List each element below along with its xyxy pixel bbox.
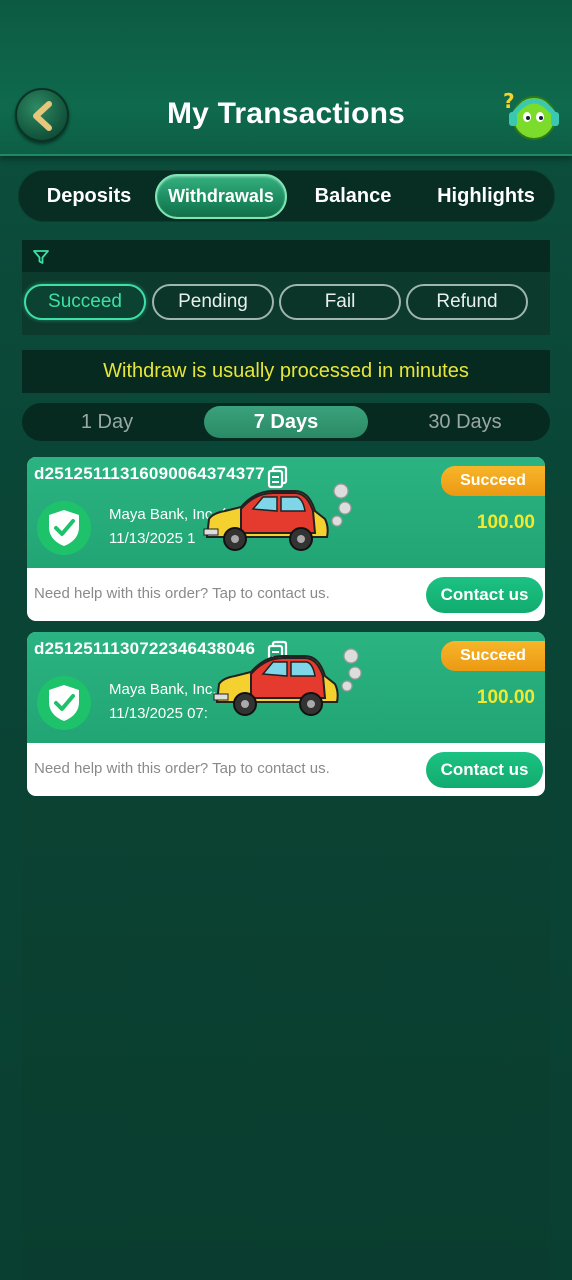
car-sticker-icon bbox=[203, 483, 352, 551]
period-1-day[interactable]: 1 Day bbox=[25, 403, 189, 441]
period-30-days[interactable]: 30 Days bbox=[383, 403, 547, 441]
contact-us-button[interactable]: Contact us bbox=[426, 577, 543, 613]
filter-header bbox=[22, 240, 550, 272]
status-badge: Succeed bbox=[441, 466, 545, 496]
filter-icon[interactable] bbox=[32, 248, 50, 266]
page-title: My Transactions bbox=[166, 97, 406, 130]
bank-name: Maya Bank, Inc. bbox=[109, 681, 217, 698]
tab-deposits[interactable]: Deposits bbox=[25, 174, 153, 219]
transaction-type-tabs: Deposits Withdrawals Balance Highlights bbox=[18, 170, 555, 222]
transaction-date: 11/13/2025 1 bbox=[109, 530, 196, 547]
car-sticker-icon bbox=[213, 648, 362, 716]
svg-text:?: ? bbox=[503, 89, 515, 113]
status-badge: Succeed bbox=[441, 641, 545, 671]
period-7-days[interactable]: 7 Days bbox=[204, 406, 368, 438]
help-text: Need help with this order? Tap to contac… bbox=[34, 760, 330, 777]
filter-refund[interactable]: Refund bbox=[406, 284, 528, 320]
processing-notice: Withdraw is usually processed in minutes bbox=[22, 350, 550, 393]
top-bar: My Transactions ? bbox=[0, 0, 572, 156]
status-filter-panel: Succeed Pending Fail Refund bbox=[22, 240, 550, 335]
filter-fail[interactable]: Fail bbox=[279, 284, 401, 320]
transaction-card[interactable]: d25125111316090064374377 Succeed Maya Ba… bbox=[27, 457, 545, 621]
empty-list-area bbox=[22, 800, 550, 1280]
tab-balance[interactable]: Balance bbox=[293, 174, 413, 219]
filter-succeed[interactable]: Succeed bbox=[24, 284, 146, 320]
tab-withdrawals[interactable]: Withdrawals bbox=[155, 174, 287, 219]
period-selector: 1 Day 7 Days 30 Days bbox=[22, 403, 550, 441]
transaction-card[interactable]: d2512511130722346438046 Succeed Maya Ban… bbox=[27, 632, 545, 796]
contact-us-button[interactable]: Contact us bbox=[426, 752, 543, 788]
transaction-amount: 100.00 bbox=[476, 512, 535, 533]
tab-highlights[interactable]: Highlights bbox=[421, 174, 551, 219]
transaction-amount: 100.00 bbox=[476, 687, 535, 708]
customer-support-mascot-icon[interactable]: ? bbox=[500, 86, 562, 146]
help-text: Need help with this order? Tap to contac… bbox=[34, 585, 330, 602]
shield-check-icon bbox=[37, 676, 91, 730]
shield-check-icon bbox=[37, 501, 91, 555]
transaction-date: 11/13/2025 07: bbox=[109, 705, 208, 722]
filter-pending[interactable]: Pending bbox=[152, 284, 274, 320]
